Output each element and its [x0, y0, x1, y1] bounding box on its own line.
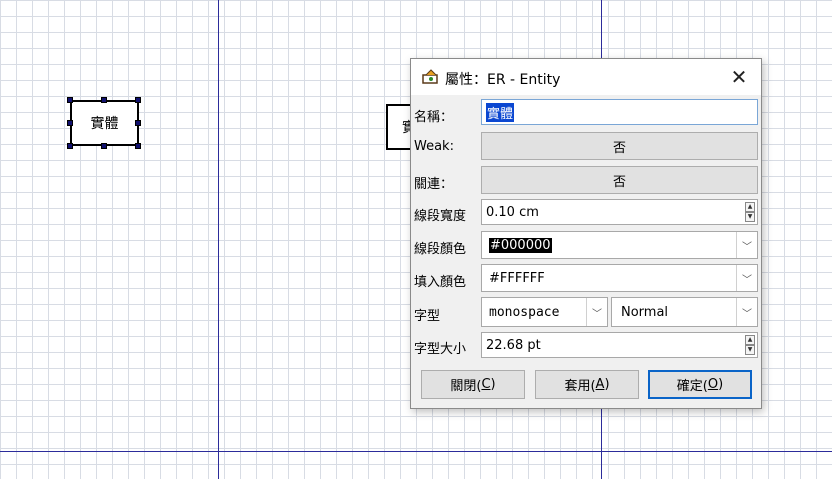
spinner-arrows[interactable]: ▲ ▼ [745, 335, 755, 355]
chevron-down-icon[interactable]: ﹀ [736, 298, 757, 326]
fill-color-label: 填入顏色 [414, 275, 467, 290]
name-label: 名稱： [414, 110, 454, 125]
line-color-label: 線段顏色 [414, 242, 467, 257]
entity-shape-selected[interactable]: 實體 [70, 100, 139, 146]
draw-app-icon [422, 69, 438, 84]
ok-button[interactable]: 確定(O) [648, 370, 752, 399]
line-width-spinner[interactable]: 0.10 cm ▲ ▼ [481, 199, 758, 225]
horizontal-guide-line [0, 451, 832, 452]
close-button-accesskey: C [481, 377, 491, 392]
spin-down-icon[interactable]: ▼ [745, 345, 755, 355]
related-toggle-button[interactable]: 否 [481, 166, 758, 194]
font-size-spinner[interactable]: 22.68 pt ▲ ▼ [481, 332, 758, 358]
font-size-value: 22.68 pt [486, 337, 541, 353]
apply-button[interactable]: 套用(A) [535, 370, 639, 399]
entity-label: 實體 [90, 116, 119, 132]
related-label: 關連： [414, 177, 454, 192]
line-color-value: #000000 [489, 237, 552, 253]
spin-up-icon[interactable]: ▲ [745, 335, 755, 345]
close-button[interactable]: 關閉(C) [421, 370, 525, 399]
font-family-combo[interactable]: monospace ﹀ [481, 297, 608, 327]
font-size-label: 字型大小 [414, 342, 467, 357]
resize-handle[interactable] [67, 120, 73, 126]
close-button-label: 關閉( [450, 379, 482, 394]
line-width-label: 線段寬度 [414, 209, 467, 224]
resize-handle[interactable] [135, 143, 141, 149]
fill-color-combo[interactable]: #FFFFFF ﹀ [481, 264, 758, 292]
font-family-value: monospace [489, 304, 560, 320]
chevron-down-icon[interactable]: ﹀ [736, 232, 757, 258]
resize-handle[interactable] [101, 97, 107, 103]
name-field[interactable]: 實體 [481, 99, 758, 125]
apply-button-label: 套用( [564, 379, 596, 394]
weak-toggle-button[interactable]: 否 [481, 132, 758, 160]
close-button-paren: ) [490, 377, 496, 392]
properties-dialog: 屬性：ER - Entity ✕ 名稱： 實體 Weak: 否 關連： 否 線段… [410, 58, 762, 409]
close-icon[interactable]: ✕ [721, 63, 757, 91]
fill-color-value: #FFFFFF [489, 270, 545, 286]
ok-button-label: 確定( [676, 379, 708, 394]
chevron-down-icon[interactable]: ﹀ [586, 298, 607, 326]
ok-button-paren: ) [718, 377, 724, 392]
font-style-value: Normal [621, 304, 669, 320]
apply-button-paren: ) [604, 377, 610, 392]
dialog-titlebar[interactable]: 屬性：ER - Entity ✕ [411, 59, 761, 95]
resize-handle[interactable] [67, 143, 73, 149]
ok-button-accesskey: O [707, 377, 719, 392]
vertical-guide-line [218, 0, 219, 479]
resize-handle[interactable] [135, 97, 141, 103]
resize-handle[interactable] [67, 97, 73, 103]
line-width-value: 0.10 cm [486, 204, 539, 220]
apply-button-accesskey: A [595, 377, 605, 392]
name-value: 實體 [486, 102, 515, 122]
font-label: 字型 [414, 309, 441, 324]
spin-down-icon[interactable]: ▼ [745, 212, 755, 222]
font-style-combo[interactable]: Normal ﹀ [611, 297, 758, 327]
line-color-combo[interactable]: #000000 ﹀ [481, 231, 758, 259]
dialog-title: 屬性：ER - Entity [445, 72, 561, 88]
spin-up-icon[interactable]: ▲ [745, 202, 755, 212]
chevron-down-icon[interactable]: ﹀ [736, 265, 757, 291]
resize-handle[interactable] [101, 143, 107, 149]
spinner-arrows[interactable]: ▲ ▼ [745, 202, 755, 222]
weak-label: Weak: [414, 139, 454, 154]
resize-handle[interactable] [135, 120, 141, 126]
